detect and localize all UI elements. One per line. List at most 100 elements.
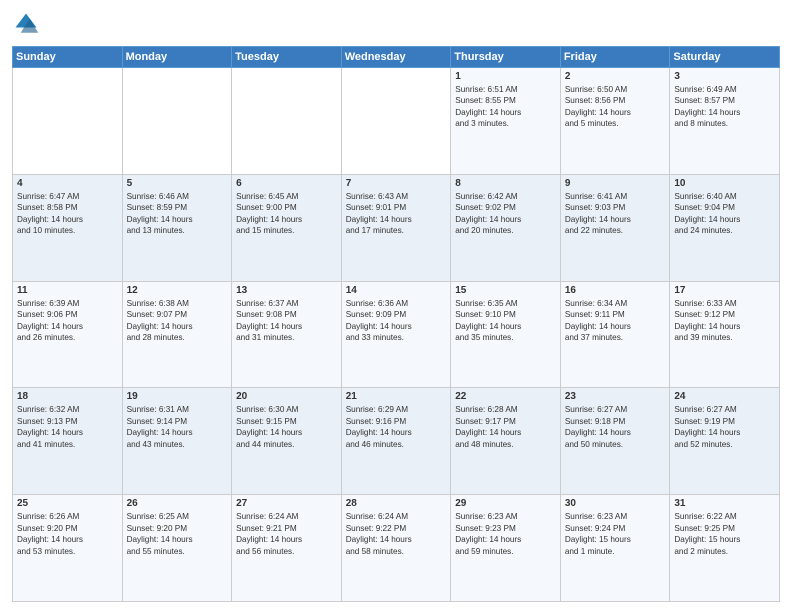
cell-info: Sunrise: 6:31 AM Sunset: 9:14 PM Dayligh… [127, 404, 228, 450]
cell-info: Sunrise: 6:26 AM Sunset: 9:20 PM Dayligh… [17, 511, 118, 557]
cell-info: Sunrise: 6:23 AM Sunset: 9:24 PM Dayligh… [565, 511, 666, 557]
calendar-cell: 23 Sunrise: 6:27 AM Sunset: 9:18 PM Dayli… [560, 388, 670, 495]
day-number: 16 [565, 285, 666, 296]
calendar-week-row: 4 Sunrise: 6:47 AM Sunset: 8:58 PM Daylig… [13, 174, 780, 281]
calendar-cell: 3 Sunrise: 6:49 AM Sunset: 8:57 PM Daylig… [670, 68, 780, 175]
cell-info: Sunrise: 6:27 AM Sunset: 9:19 PM Dayligh… [674, 404, 775, 450]
cell-info: Sunrise: 6:27 AM Sunset: 9:18 PM Dayligh… [565, 404, 666, 450]
calendar-cell: 22 Sunrise: 6:28 AM Sunset: 9:17 PM Dayli… [451, 388, 561, 495]
calendar-cell: 14 Sunrise: 6:36 AM Sunset: 9:09 PM Dayli… [341, 281, 451, 388]
calendar-cell: 9 Sunrise: 6:41 AM Sunset: 9:03 PM Daylig… [560, 174, 670, 281]
weekday-header-row: SundayMondayTuesdayWednesdayThursdayFrid… [13, 47, 780, 68]
calendar-cell [122, 68, 232, 175]
day-number: 18 [17, 391, 118, 402]
day-number: 28 [346, 498, 447, 509]
cell-info: Sunrise: 6:51 AM Sunset: 8:55 PM Dayligh… [455, 84, 556, 130]
calendar-cell [341, 68, 451, 175]
day-number: 15 [455, 285, 556, 296]
calendar-cell: 2Sunrise: 6:50 AM Sunset: 8:56 PM Daylig… [560, 68, 670, 175]
day-number: 7 [346, 178, 447, 189]
calendar-cell [13, 68, 123, 175]
cell-info: Sunrise: 6:22 AM Sunset: 9:25 PM Dayligh… [674, 511, 775, 557]
day-number: 30 [565, 498, 666, 509]
calendar-cell: 17Sunrise: 6:33 AM Sunset: 9:12 PM Dayli… [670, 281, 780, 388]
calendar-cell: 13 Sunrise: 6:37 AM Sunset: 9:08 PM Dayli… [232, 281, 342, 388]
calendar-cell: 8 Sunrise: 6:42 AM Sunset: 9:02 PM Daylig… [451, 174, 561, 281]
cell-info: Sunrise: 6:33 AM Sunset: 9:12 PM Dayligh… [674, 298, 775, 344]
calendar-cell: 31 Sunrise: 6:22 AM Sunset: 9:25 PM Dayli… [670, 495, 780, 602]
weekday-header-cell: Friday [560, 47, 670, 68]
day-number: 25 [17, 498, 118, 509]
header [12, 10, 780, 38]
cell-info: Sunrise: 6:35 AM Sunset: 9:10 PM Dayligh… [455, 298, 556, 344]
day-number: 8 [455, 178, 556, 189]
cell-info: Sunrise: 6:25 AM Sunset: 9:20 PM Dayligh… [127, 511, 228, 557]
cell-info: Sunrise: 6:42 AM Sunset: 9:02 PM Dayligh… [455, 191, 556, 237]
day-number: 13 [236, 285, 337, 296]
cell-info: Sunrise: 6:40 AM Sunset: 9:04 PM Dayligh… [674, 191, 775, 237]
calendar-body: 1 Sunrise: 6:51 AM Sunset: 8:55 PM Daylig… [13, 68, 780, 602]
calendar-cell: 26 Sunrise: 6:25 AM Sunset: 9:20 PM Dayli… [122, 495, 232, 602]
cell-info: Sunrise: 6:43 AM Sunset: 9:01 PM Dayligh… [346, 191, 447, 237]
cell-info: Sunrise: 6:46 AM Sunset: 8:59 PM Dayligh… [127, 191, 228, 237]
cell-info: Sunrise: 6:47 AM Sunset: 8:58 PM Dayligh… [17, 191, 118, 237]
weekday-header-cell: Sunday [13, 47, 123, 68]
day-number: 20 [236, 391, 337, 402]
cell-info: Sunrise: 6:32 AM Sunset: 9:13 PM Dayligh… [17, 404, 118, 450]
calendar-week-row: 25 Sunrise: 6:26 AM Sunset: 9:20 PM Dayli… [13, 495, 780, 602]
day-number: 11 [17, 285, 118, 296]
cell-info: Sunrise: 6:39 AM Sunset: 9:06 PM Dayligh… [17, 298, 118, 344]
calendar-cell: 18 Sunrise: 6:32 AM Sunset: 9:13 PM Dayli… [13, 388, 123, 495]
day-number: 10 [674, 178, 775, 189]
calendar-cell: 21Sunrise: 6:29 AM Sunset: 9:16 PM Dayli… [341, 388, 451, 495]
cell-info: Sunrise: 6:24 AM Sunset: 9:22 PM Dayligh… [346, 511, 447, 557]
logo-icon [12, 10, 40, 38]
day-number: 26 [127, 498, 228, 509]
cell-info: Sunrise: 6:45 AM Sunset: 9:00 PM Dayligh… [236, 191, 337, 237]
calendar-cell: 25 Sunrise: 6:26 AM Sunset: 9:20 PM Dayli… [13, 495, 123, 602]
calendar-cell: 1 Sunrise: 6:51 AM Sunset: 8:55 PM Daylig… [451, 68, 561, 175]
cell-info: Sunrise: 6:34 AM Sunset: 9:11 PM Dayligh… [565, 298, 666, 344]
day-number: 6 [236, 178, 337, 189]
day-number: 4 [17, 178, 118, 189]
page: SundayMondayTuesdayWednesdayThursdayFrid… [0, 0, 792, 612]
weekday-header-cell: Thursday [451, 47, 561, 68]
day-number: 22 [455, 391, 556, 402]
day-number: 14 [346, 285, 447, 296]
calendar-cell [232, 68, 342, 175]
cell-info: Sunrise: 6:50 AM Sunset: 8:56 PM Dayligh… [565, 84, 666, 130]
calendar-cell: 6 Sunrise: 6:45 AM Sunset: 9:00 PM Daylig… [232, 174, 342, 281]
calendar-cell: 4 Sunrise: 6:47 AM Sunset: 8:58 PM Daylig… [13, 174, 123, 281]
calendar-week-row: 18 Sunrise: 6:32 AM Sunset: 9:13 PM Dayli… [13, 388, 780, 495]
day-number: 19 [127, 391, 228, 402]
calendar-table: SundayMondayTuesdayWednesdayThursdayFrid… [12, 46, 780, 602]
day-number: 3 [674, 71, 775, 82]
cell-info: Sunrise: 6:30 AM Sunset: 9:15 PM Dayligh… [236, 404, 337, 450]
cell-info: Sunrise: 6:28 AM Sunset: 9:17 PM Dayligh… [455, 404, 556, 450]
day-number: 5 [127, 178, 228, 189]
weekday-header-cell: Monday [122, 47, 232, 68]
calendar-cell: 27Sunrise: 6:24 AM Sunset: 9:21 PM Dayli… [232, 495, 342, 602]
cell-info: Sunrise: 6:41 AM Sunset: 9:03 PM Dayligh… [565, 191, 666, 237]
weekday-header-cell: Saturday [670, 47, 780, 68]
cell-info: Sunrise: 6:36 AM Sunset: 9:09 PM Dayligh… [346, 298, 447, 344]
calendar-cell: 10 Sunrise: 6:40 AM Sunset: 9:04 PM Dayli… [670, 174, 780, 281]
calendar-cell: 11 Sunrise: 6:39 AM Sunset: 9:06 PM Dayli… [13, 281, 123, 388]
cell-info: Sunrise: 6:37 AM Sunset: 9:08 PM Dayligh… [236, 298, 337, 344]
day-number: 31 [674, 498, 775, 509]
calendar-cell: 15 Sunrise: 6:35 AM Sunset: 9:10 PM Dayli… [451, 281, 561, 388]
cell-info: Sunrise: 6:24 AM Sunset: 9:21 PM Dayligh… [236, 511, 337, 557]
day-number: 1 [455, 71, 556, 82]
calendar-cell: 19 Sunrise: 6:31 AM Sunset: 9:14 PM Dayli… [122, 388, 232, 495]
cell-info: Sunrise: 6:23 AM Sunset: 9:23 PM Dayligh… [455, 511, 556, 557]
calendar-cell: 12Sunrise: 6:38 AM Sunset: 9:07 PM Dayli… [122, 281, 232, 388]
day-number: 9 [565, 178, 666, 189]
calendar-cell: 20 Sunrise: 6:30 AM Sunset: 9:15 PM Dayli… [232, 388, 342, 495]
calendar-cell: 28 Sunrise: 6:24 AM Sunset: 9:22 PM Dayli… [341, 495, 451, 602]
logo [12, 10, 44, 38]
cell-info: Sunrise: 6:49 AM Sunset: 8:57 PM Dayligh… [674, 84, 775, 130]
calendar-cell: 5 Sunrise: 6:46 AM Sunset: 8:59 PM Daylig… [122, 174, 232, 281]
calendar-cell: 24Sunrise: 6:27 AM Sunset: 9:19 PM Dayli… [670, 388, 780, 495]
calendar-week-row: 11 Sunrise: 6:39 AM Sunset: 9:06 PM Dayli… [13, 281, 780, 388]
day-number: 23 [565, 391, 666, 402]
